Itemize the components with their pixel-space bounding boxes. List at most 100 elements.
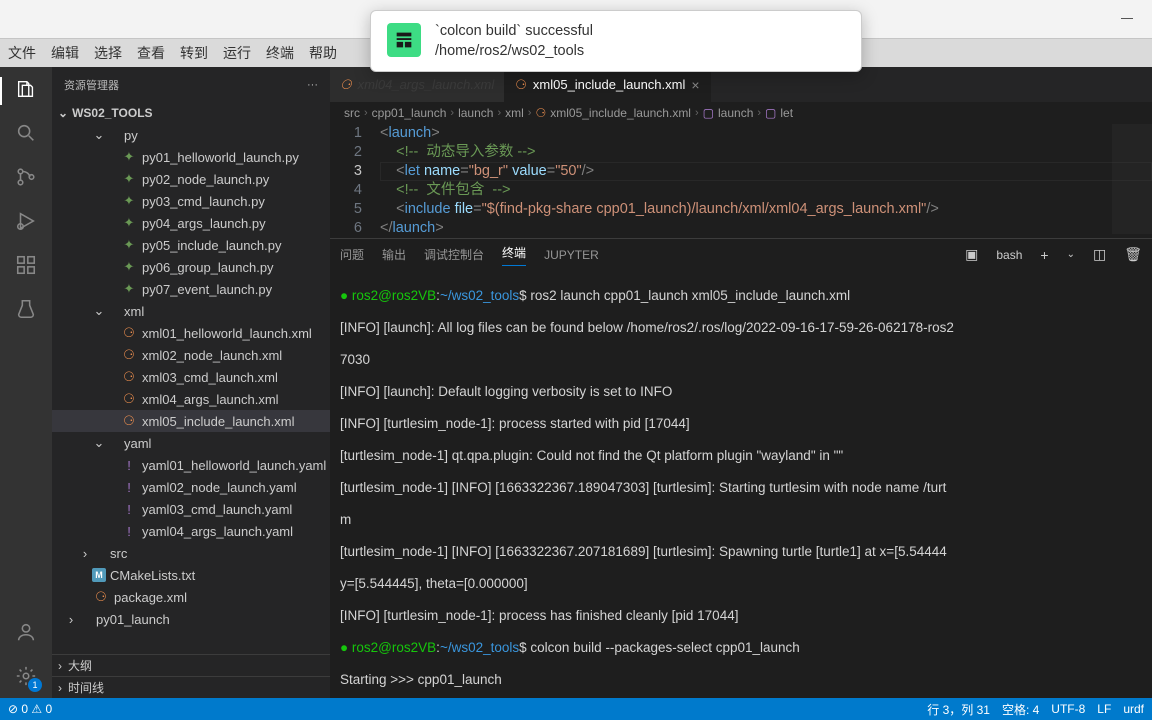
tree-item[interactable]: ✦py07_event_launch.py	[52, 278, 330, 300]
extensions-icon[interactable]	[14, 253, 38, 277]
outline-section[interactable]: ›大纲	[52, 654, 330, 676]
tree-item[interactable]: ✦py01_helloworld_launch.py	[52, 146, 330, 168]
file-label: py03_cmd_launch.py	[142, 194, 265, 209]
notification-toast[interactable]: `colcon build` successful /home/ros2/ws0…	[370, 10, 862, 72]
lang-info[interactable]: urdf	[1123, 702, 1144, 716]
code-editor[interactable]: 12 34 56 <launch> <!-- 动态导入参数 --> <let n…	[330, 124, 1152, 238]
terminal-body[interactable]: ● ros2@ros2VB:~/ws02_tools$ ros2 launch …	[330, 270, 1152, 698]
tree-item[interactable]: !yaml01_helloworld_launch.yaml	[52, 454, 330, 476]
gear-icon[interactable]: 1	[14, 664, 38, 688]
trash-icon[interactable]: 🗑	[1124, 246, 1142, 263]
folder-py01launch[interactable]: ›py01_launch	[52, 608, 330, 630]
test-icon[interactable]	[14, 297, 38, 321]
indent-info[interactable]: 空格: 4	[1002, 701, 1039, 718]
editor-tab-hidden[interactable]: ⚆xml04_args_launch.xml	[330, 67, 505, 102]
folder-src[interactable]: ›src	[52, 542, 330, 564]
search-icon[interactable]	[14, 121, 38, 145]
file-cmakelists[interactable]: MCMakeLists.txt	[52, 564, 330, 586]
tree-item[interactable]: ⚆xml01_helloworld_launch.xml	[52, 322, 330, 344]
tab-jupyter[interactable]: JUPYTER	[544, 248, 599, 262]
file-label: yaml04_args_launch.yaml	[142, 524, 293, 539]
folder-label: yaml	[124, 436, 151, 451]
account-icon[interactable]	[14, 620, 38, 644]
crumb[interactable]: src	[344, 106, 360, 120]
tree-item[interactable]: ✦py06_group_launch.py	[52, 256, 330, 278]
chevron-right-icon: ›	[450, 107, 454, 119]
tree-item[interactable]: ✦py02_node_launch.py	[52, 168, 330, 190]
tab-terminal[interactable]: 终端	[502, 244, 526, 266]
crumb[interactable]: launch	[718, 106, 753, 120]
split-terminal-icon[interactable]: ◫	[1093, 246, 1106, 263]
tree-item[interactable]: !yaml04_args_launch.yaml	[52, 520, 330, 542]
crumb[interactable]: let	[780, 106, 793, 120]
file-label: yaml03_cmd_launch.yaml	[142, 502, 292, 517]
file-label: xml01_helloworld_launch.xml	[142, 326, 312, 341]
crumb[interactable]: launch	[458, 106, 493, 120]
tree-item[interactable]: ✦py03_cmd_launch.py	[52, 190, 330, 212]
tree-item[interactable]: ⚆xml02_node_launch.xml	[52, 344, 330, 366]
status-bar: ⊘ 0 ⚠ 0 行 3，列 31 空格: 4 UTF-8 LF urdf	[0, 698, 1152, 720]
tree-item[interactable]: ⚆xml04_args_launch.xml	[52, 388, 330, 410]
explorer-title: 资源管理器	[64, 77, 119, 93]
minimize-button[interactable]	[1108, 5, 1146, 33]
timeline-section[interactable]: ›时间线	[52, 676, 330, 698]
crumb[interactable]: xml05_include_launch.xml	[550, 106, 691, 120]
menu-edit[interactable]: 编辑	[51, 43, 79, 63]
menu-run[interactable]: 运行	[223, 43, 251, 63]
code-body[interactable]: <launch> <!-- 动态导入参数 --> <let name="bg_r…	[380, 124, 1152, 238]
outline-label: 大纲	[68, 657, 92, 674]
menu-select[interactable]: 选择	[94, 43, 122, 63]
minimap[interactable]	[1112, 124, 1152, 234]
terminal-panel: 问题 输出 调试控制台 终端 JUPYTER ▣ bash + ⌄ ◫ 🗑 ● …	[330, 238, 1152, 698]
status-errors[interactable]: ⊘ 0 ⚠ 0	[8, 702, 52, 716]
shell-icon[interactable]: ▣	[965, 246, 978, 263]
breadcrumb[interactable]: src› cpp01_launch› launch› xml› ⚆xml05_i…	[330, 102, 1152, 124]
folder-xml[interactable]: ⌄xml	[52, 300, 330, 322]
menu-file[interactable]: 文件	[8, 43, 36, 63]
tree-item[interactable]: ✦py04_args_launch.py	[52, 212, 330, 234]
tab-problems[interactable]: 问题	[340, 246, 364, 263]
folder-label: py01_launch	[96, 612, 170, 627]
encoding-info[interactable]: UTF-8	[1051, 702, 1085, 716]
file-label: yaml02_node_launch.yaml	[142, 480, 297, 495]
editor-tab-active[interactable]: ⚆xml05_include_launch.xml×	[505, 67, 710, 102]
tree-item[interactable]: !yaml03_cmd_launch.yaml	[52, 498, 330, 520]
menu-view[interactable]: 查看	[137, 43, 165, 63]
more-icon[interactable]: ···	[307, 79, 318, 91]
file-icon: ⚆	[120, 413, 138, 429]
file-tree[interactable]: ⌄py ✦py01_helloworld_launch.py✦py02_node…	[52, 124, 330, 654]
timeline-label: 时间线	[68, 679, 104, 696]
shell-label[interactable]: bash	[996, 248, 1022, 262]
cmake-icon: M	[92, 568, 106, 582]
close-icon[interactable]: ×	[691, 77, 699, 93]
file-package-xml[interactable]: ⚆package.xml	[52, 586, 330, 608]
tree-item[interactable]: !yaml02_node_launch.yaml	[52, 476, 330, 498]
tree-item[interactable]: ⚆xml03_cmd_launch.xml	[52, 366, 330, 388]
file-icon: ✦	[120, 215, 138, 231]
workspace-root[interactable]: ⌄ WS02_TOOLS	[52, 102, 330, 124]
debug-icon[interactable]	[14, 209, 38, 233]
menu-goto[interactable]: 转到	[180, 43, 208, 63]
folder-py[interactable]: ⌄py	[52, 124, 330, 146]
scm-icon[interactable]	[14, 165, 38, 189]
line-numbers: 12 34 56	[330, 124, 380, 238]
tree-item[interactable]: ⚆xml05_include_launch.xml	[52, 410, 330, 432]
dropdown-icon[interactable]: ⌄	[1067, 249, 1075, 260]
toast-title: `colcon build` successful	[435, 23, 593, 39]
chevron-down-icon: ⌄	[58, 106, 68, 120]
crumb[interactable]: xml	[505, 106, 524, 120]
file-label: py06_group_launch.py	[142, 260, 274, 275]
menu-terminal[interactable]: 终端	[266, 43, 294, 63]
tree-item[interactable]: ✦py05_include_launch.py	[52, 234, 330, 256]
folder-yaml[interactable]: ⌄yaml	[52, 432, 330, 454]
new-terminal-icon[interactable]: +	[1040, 247, 1048, 263]
tab-debug-console[interactable]: 调试控制台	[424, 246, 484, 263]
eol-info[interactable]: LF	[1097, 702, 1111, 716]
menu-help[interactable]: 帮助	[309, 43, 337, 63]
cursor-position[interactable]: 行 3，列 31	[927, 701, 990, 718]
crumb[interactable]: cpp01_launch	[372, 106, 447, 120]
xml-icon: ⚆	[92, 589, 110, 605]
tab-output[interactable]: 输出	[382, 246, 406, 263]
chevron-right-icon: ›	[695, 107, 699, 119]
explorer-icon[interactable]	[14, 77, 38, 101]
